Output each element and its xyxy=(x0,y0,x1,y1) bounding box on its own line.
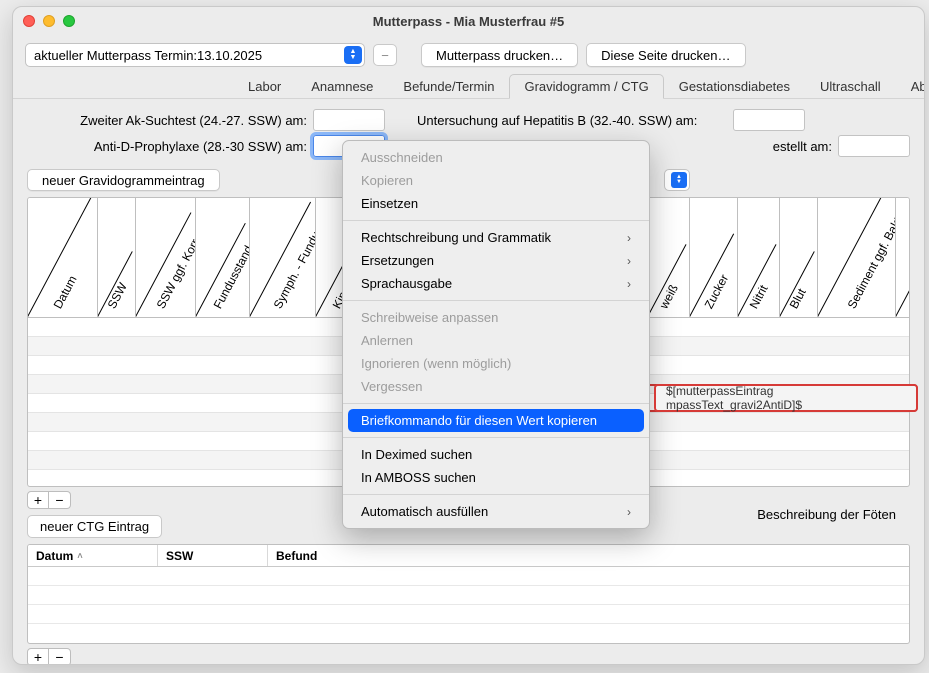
grav-col-label: Blut xyxy=(786,286,808,311)
ctg-col-datum[interactable]: Datum˄ xyxy=(28,545,158,566)
ctg-col-befund[interactable]: Befund xyxy=(268,545,909,566)
tab-gestationsdiabetes[interactable]: Gestationsdiabetes xyxy=(664,74,805,99)
grav-col-header[interactable]: Zucker xyxy=(690,198,738,317)
menu-briefkommando[interactable]: Briefkommando für diesen Wert kopieren xyxy=(348,409,644,432)
context-menu: Ausschneiden Kopieren Einsetzen Rechtsch… xyxy=(342,140,650,529)
grav-col-header[interactable]: weiß xyxy=(648,198,690,317)
close-window-button[interactable] xyxy=(23,15,35,27)
minimize-window-button[interactable] xyxy=(43,15,55,27)
grav-col-label: Datum xyxy=(50,273,79,311)
grav-add-row-button[interactable]: + xyxy=(27,491,49,509)
grav-col-header[interactable]: Datum xyxy=(28,198,98,317)
termin-combo[interactable]: aktueller Mutterpass Termin:13.10.2025 ▲… xyxy=(25,43,365,67)
menu-paste[interactable]: Einsetzen xyxy=(343,192,649,215)
menu-autofill[interactable]: Automatisch ausfüllen› xyxy=(343,500,649,523)
tab-labor[interactable]: Labor xyxy=(233,74,296,99)
tab-abschluss[interactable]: Abschlus xyxy=(896,74,925,99)
grav-col-label: SSW xyxy=(104,280,129,311)
grav-col-header[interactable]: SSW ggf. Korr xyxy=(136,198,196,317)
grav-col-header[interactable]: Symph. - Fundusabstand xyxy=(250,198,316,317)
window-title: Mutterpass - Mia Musterfrau #5 xyxy=(13,14,924,29)
grav-col-label: Nitrit xyxy=(746,283,770,311)
grav-col-header[interactable]: Fundusstand xyxy=(196,198,250,317)
menu-spelling[interactable]: Rechtschreibung und Grammatik› xyxy=(343,226,649,249)
chevron-updown-icon: ▲▼ xyxy=(344,46,362,64)
ctg-table: Datum˄ SSW Befund xyxy=(27,544,910,644)
menu-learn: Anlernen xyxy=(343,329,649,352)
grav-col-label: Symph. - Fundusabstand xyxy=(270,198,316,311)
ak-suchtest-input[interactable] xyxy=(313,109,385,131)
menu-copy: Kopieren xyxy=(343,169,649,192)
tab-ultraschall[interactable]: Ultraschall xyxy=(805,74,896,99)
termin-combo-label: aktueller Mutterpass Termin:13.10.2025 xyxy=(34,48,344,63)
tab-anamnese[interactable]: Anamnese xyxy=(296,74,388,99)
tab-bar: Labor Anamnese Befunde/Termin Gravidogra… xyxy=(13,73,924,99)
menu-speech[interactable]: Sprachausgabe› xyxy=(343,272,649,295)
menu-amboss[interactable]: In AMBOSS suchen xyxy=(343,466,649,489)
estellt-input[interactable] xyxy=(838,135,910,157)
chevron-updown-icon: ▲▼ xyxy=(671,172,687,188)
chevron-right-icon: › xyxy=(627,505,631,519)
hepb-input[interactable] xyxy=(733,109,805,131)
grav-col-label: weiß xyxy=(656,282,680,311)
chevron-right-icon: › xyxy=(627,254,631,268)
briefkommando-value-box: $[mutterpassEintrag mpassText_gravi2Anti… xyxy=(654,384,918,412)
estellt-label: estellt am: xyxy=(773,139,832,154)
grav-col-header[interactable]: SSW xyxy=(98,198,136,317)
zoom-window-button[interactable] xyxy=(63,15,75,27)
print-mutterpass-button[interactable]: Mutterpass drucken… xyxy=(421,43,578,67)
foeten-label: Beschreibung der Föten xyxy=(757,507,896,522)
ctg-remove-row-button[interactable]: − xyxy=(49,648,71,665)
print-page-button[interactable]: Diese Seite drucken… xyxy=(586,43,745,67)
ctg-add-row-button[interactable]: + xyxy=(27,648,49,665)
ak-suchtest-label: Zweiter Ak-Suchtest (24.-27. SSW) am: xyxy=(27,113,307,128)
grav-col-header[interactable]: Blut xyxy=(780,198,818,317)
titlebar: Mutterpass - Mia Musterfrau #5 xyxy=(13,7,924,35)
grav-col-header[interactable]: Nitrit xyxy=(738,198,780,317)
hepb-label: Untersuchung auf Hepatitis B (32.-40. SS… xyxy=(417,113,727,128)
grav-remove-row-button[interactable]: − xyxy=(49,491,71,509)
ctg-col-ssw[interactable]: SSW xyxy=(158,545,268,566)
tab-befunde[interactable]: Befunde/Termin xyxy=(388,74,509,99)
neuer-gravidogramm-button[interactable]: neuer Gravidogrammeintrag xyxy=(27,169,220,191)
antid-label: Anti-D-Prophylaxe (28.-30 SSW) am: xyxy=(27,139,307,154)
menu-ignore: Ignorieren (wenn möglich) xyxy=(343,352,649,375)
menu-adjust-case: Schreibweise anpassen xyxy=(343,306,649,329)
chevron-right-icon: › xyxy=(627,231,631,245)
menu-substitutions[interactable]: Ersetzungen› xyxy=(343,249,649,272)
grav-col-label: Zucker xyxy=(701,272,731,311)
grav-col-label: SSW ggf. Korr xyxy=(153,237,196,311)
grav-col-header[interactable]: Sediment ggf. Bakteriolog. Bef. xyxy=(818,198,896,317)
menu-cut: Ausschneiden xyxy=(343,146,649,169)
grav-col-header[interactable]: weiter xyxy=(896,198,910,317)
sort-asc-icon: ˄ xyxy=(77,551,82,561)
tab-gravidogramm[interactable]: Gravidogramm / CTG xyxy=(509,74,663,99)
neuer-ctg-button[interactable]: neuer CTG Eintrag xyxy=(27,515,162,538)
gravido-dropdown[interactable]: ▲▼ xyxy=(664,169,690,191)
menu-forget: Vergessen xyxy=(343,375,649,398)
remove-termin-button[interactable]: − xyxy=(373,44,397,66)
menu-deximed[interactable]: In Deximed suchen xyxy=(343,443,649,466)
chevron-right-icon: › xyxy=(627,277,631,291)
